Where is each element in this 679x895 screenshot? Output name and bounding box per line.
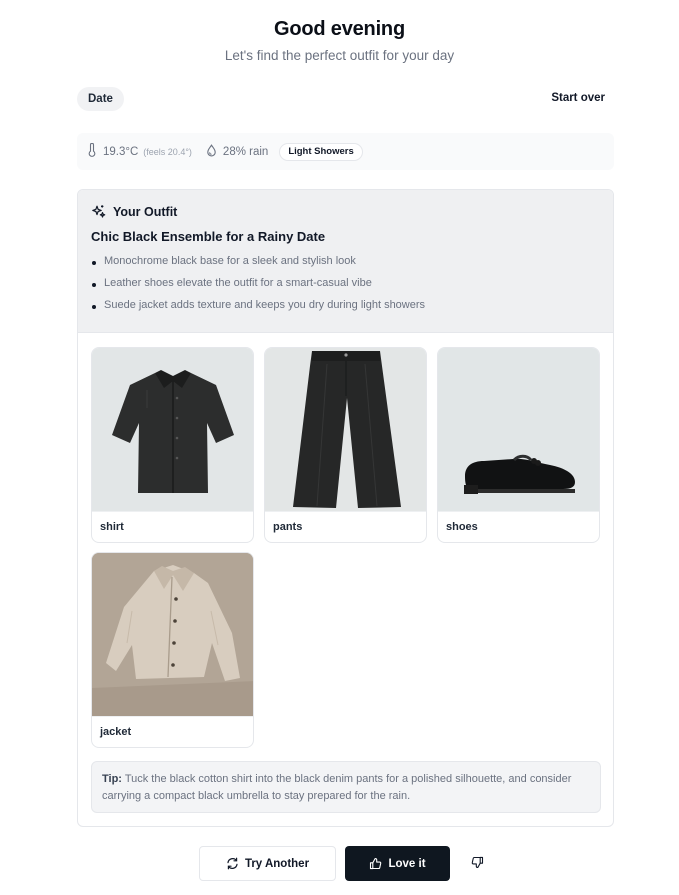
outfit-summary: Your Outfit Chic Black Ensemble for a Ra… [78, 190, 613, 333]
item-card-shirt[interactable]: shirt [91, 347, 254, 543]
refresh-icon [226, 857, 245, 870]
thumbs-up-icon [369, 857, 388, 870]
weather-bar: 19.3°C (feels 20.4°) 28% rain Light Show… [77, 133, 614, 170]
highlight-item: Leather shoes elevate the outfit for a s… [91, 274, 600, 296]
item-label: shirt [92, 511, 253, 542]
droplet-icon [206, 143, 217, 160]
styling-tip: Tip: Tuck the black cotton shirt into th… [91, 761, 601, 813]
pants-image [265, 348, 426, 511]
love-it-label: Love it [388, 857, 426, 870]
weather-condition-badge: Light Showers [279, 142, 363, 161]
love-it-button[interactable]: Love it [345, 846, 450, 881]
outfit-name: Chic Black Ensemble for a Rainy Date [91, 229, 326, 244]
outfit-section-title: Your Outfit [113, 204, 178, 219]
try-another-label: Try Another [244, 857, 310, 870]
item-label: jacket [92, 716, 253, 747]
sparkles-icon [91, 204, 106, 219]
jacket-image [92, 553, 253, 716]
outfit-card: Your Outfit Chic Black Ensemble for a Ra… [77, 189, 614, 827]
item-card-shoes[interactable]: shoes [437, 347, 600, 543]
temperature-value: 19.3°C [103, 145, 139, 158]
greeting-subtitle: Let's find the perfect outfit for your d… [224, 48, 455, 63]
rain-chance: 28% rain [222, 145, 269, 158]
occasion-chip[interactable]: Date [77, 87, 124, 111]
thermometer-icon [87, 142, 97, 160]
greeting-title: Good evening [274, 18, 405, 40]
highlight-item: Monochrome black base for a sleek and st… [91, 252, 600, 274]
highlight-item: Suede jacket adds texture and keeps you … [91, 296, 600, 318]
tip-text: Tuck the black cotton shirt into the bla… [102, 773, 572, 802]
start-over-button[interactable]: Start over [551, 92, 605, 104]
thumbs-down-icon [471, 856, 484, 869]
item-label: pants [265, 511, 426, 542]
shoes-image [438, 348, 599, 511]
shirt-image [92, 348, 253, 511]
item-label: shoes [438, 511, 599, 542]
outfit-highlights: Monochrome black base for a sleek and st… [91, 252, 600, 318]
tip-label: Tip: [102, 773, 122, 785]
feels-like-value: (feels 20.4°) [143, 146, 192, 157]
dislike-button[interactable] [469, 854, 485, 870]
item-card-pants[interactable]: pants [264, 347, 427, 543]
try-another-button[interactable]: Try Another [199, 846, 336, 881]
item-card-jacket[interactable]: jacket [91, 552, 254, 748]
